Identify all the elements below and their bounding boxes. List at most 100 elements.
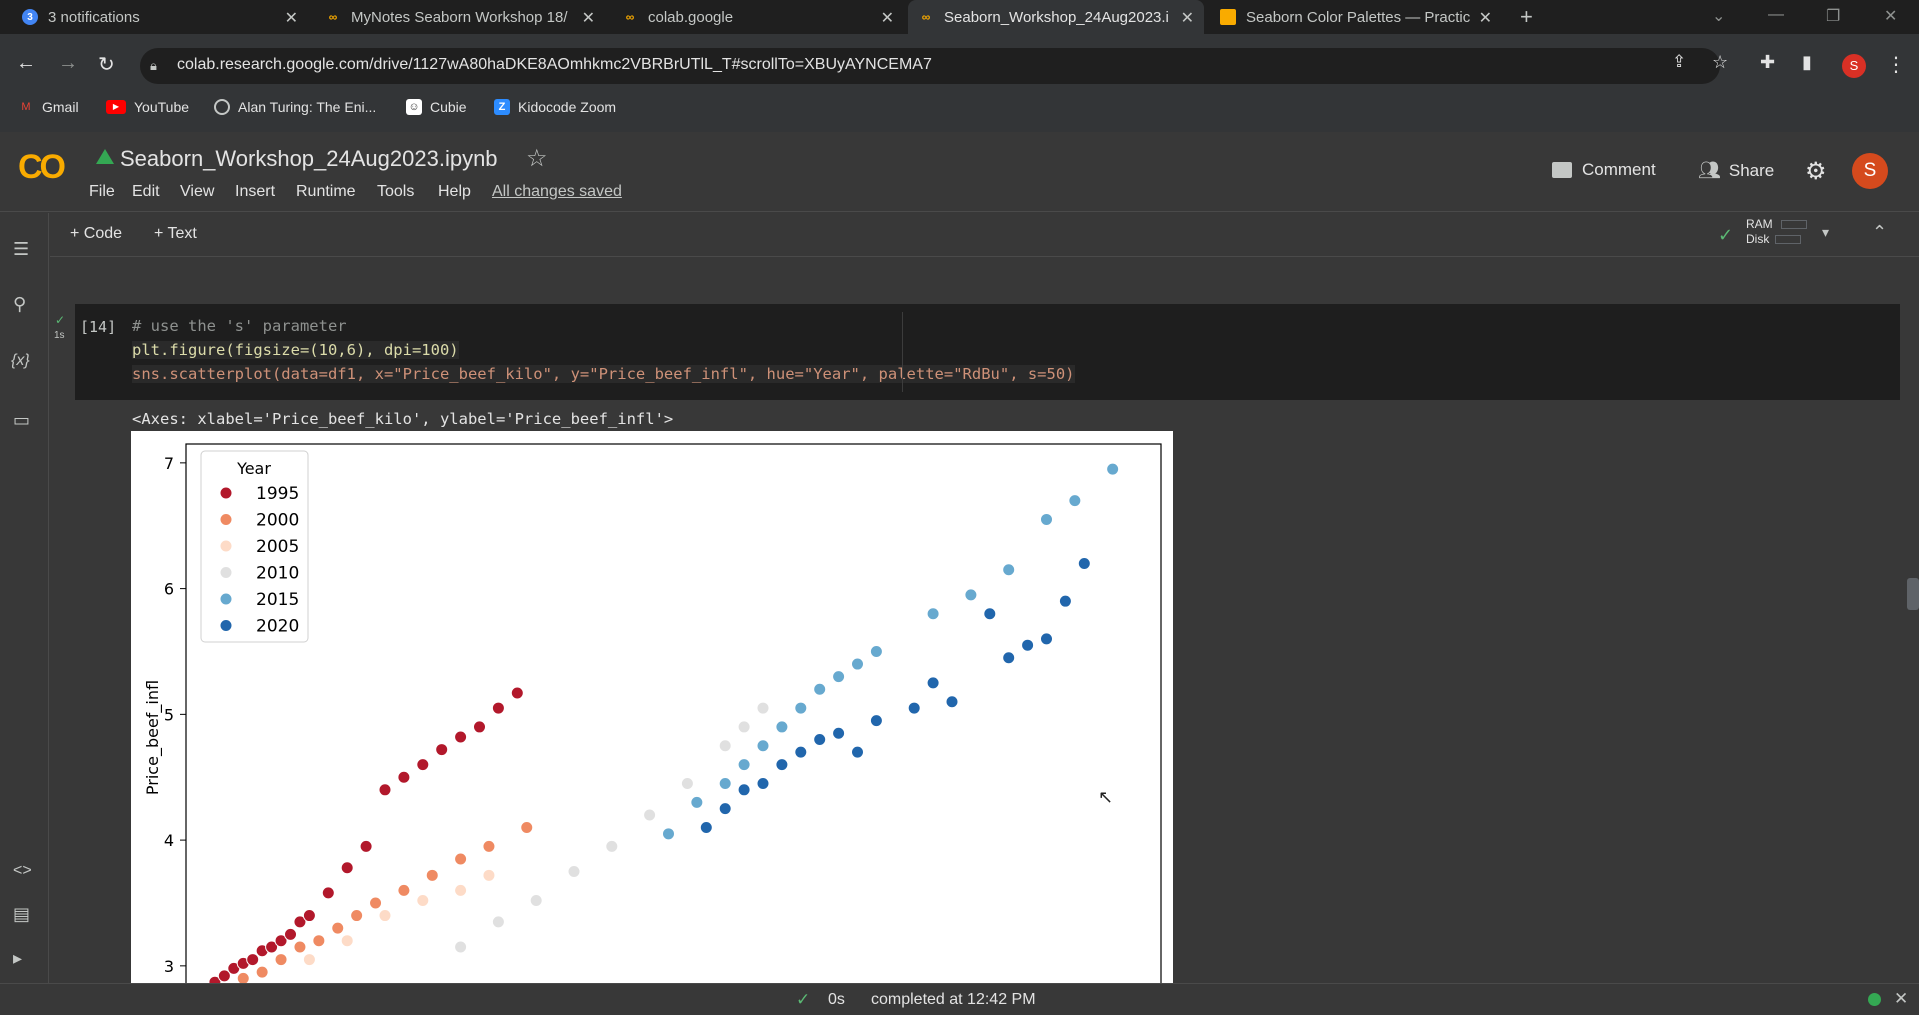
add-code-button[interactable]: + Code [70,225,122,243]
url-text[interactable]: colab.research.google.com/drive/1127wA80… [177,56,932,74]
command-palette-icon[interactable]: ▤ [13,904,30,925]
notebook-title[interactable]: Seaborn_Workshop_24Aug2023.ipynb [120,146,498,172]
scrollbar[interactable] [1907,578,1919,610]
tab-color-palettes[interactable]: Seaborn Color Palettes — Practic ✕ [1210,0,1502,34]
menu-edit[interactable]: Edit [132,183,160,201]
close-icon[interactable]: ✕ [582,8,595,28]
terminal-icon[interactable]: ▸ [13,948,22,969]
collapse-icon[interactable]: ⌃ [1872,222,1887,243]
disk-label: Disk [1746,232,1770,246]
minimize-icon[interactable]: — [1768,6,1784,24]
sidepanel-icon[interactable]: ▮ [1802,52,1812,73]
extensions-icon[interactable]: ✚ [1760,52,1775,73]
comment-button[interactable]: Comment [1552,160,1656,180]
forward-icon[interactable]: → [58,52,78,75]
variables-icon[interactable]: {x} [11,352,30,370]
data-point [482,839,496,853]
search-icon[interactable]: ⚲ [13,294,26,315]
share-page-icon[interactable]: ⇪ [1672,52,1686,72]
mouse-cursor: ↖ [1098,787,1114,807]
menu-tools[interactable]: Tools [377,183,414,201]
code-line-3[interactable]: sns.scatterplot(data=df1, x="Price_beef_… [132,365,1075,383]
y-tick-label: 6 [164,580,174,599]
bookmark-gmail[interactable]: M Gmail [18,99,78,115]
data-point [756,701,770,715]
data-point [756,739,770,753]
resource-monitor[interactable]: RAM Disk [1746,217,1807,247]
data-point [482,868,496,882]
zoom-icon: Z [494,99,510,115]
menu-insert[interactable]: Insert [235,183,275,201]
close-icon[interactable]: ✕ [1181,8,1194,28]
data-point [454,852,468,866]
bookmark-youtube[interactable]: ▶ YouTube [106,99,189,115]
bookmark-label: Kidocode Zoom [518,99,617,115]
data-point [454,730,468,744]
data-point [1002,651,1016,665]
data-point [1002,563,1016,577]
folder-icon[interactable]: ▭ [13,410,30,431]
more-icon[interactable]: ⋮ [1886,52,1906,77]
close-icon[interactable]: ✕ [1479,8,1492,28]
code-line-1[interactable]: # use the 's' parameter [132,317,347,335]
disk-bar [1775,235,1802,245]
data-point [945,695,959,709]
data-point [454,883,468,897]
close-window-icon[interactable]: ✕ [1884,6,1897,26]
bookmark-kidocode[interactable]: Z Kidocode Zoom [494,99,616,115]
tab-title: Seaborn_Workshop_24Aug2023.i [944,8,1169,26]
star-icon[interactable]: ☆ [526,144,548,173]
tab-notifications[interactable]: 3 3 notifications ✕ [12,0,308,34]
share-button[interactable]: 👥︎ Share [1698,160,1774,181]
chevron-down-icon[interactable]: ▾ [1822,224,1829,241]
menu-help[interactable]: Help [438,183,471,201]
data-point [851,745,864,759]
close-icon[interactable]: ✕ [285,8,298,28]
y-tick-label: 7 [164,454,174,473]
data-point [567,865,581,879]
data-point [340,934,354,948]
bookmark-alan-turing[interactable]: Alan Turing: The Eni... [214,99,376,115]
maximize-icon[interactable]: ❐ [1826,6,1840,26]
chevron-down-icon[interactable]: ⌄ [1712,6,1725,26]
code-snippets-icon[interactable]: <> [13,862,32,880]
add-text-button[interactable]: + Text [154,225,197,243]
colab-logo[interactable]: CO [18,148,66,187]
data-point [718,777,732,791]
bookmark-cubie[interactable]: ☺ Cubie [406,99,467,115]
legend-label: 2000 [256,511,299,531]
status-message: completed at 12:42 PM [871,991,1036,1008]
tab-colab-google[interactable]: ∞ colab.google ✕ [612,0,904,34]
toc-icon[interactable]: ☰ [13,239,29,260]
menu-runtime[interactable]: Runtime [296,183,356,201]
data-point [832,726,846,740]
data-point [699,821,713,835]
legend-label: 1995 [256,484,299,504]
gear-icon[interactable]: ⚙ [1805,157,1827,186]
legend-label: 2015 [256,590,299,610]
data-point [1058,594,1072,608]
connection-status-icon [1868,993,1881,1006]
save-status[interactable]: All changes saved [492,183,622,201]
tab-title: colab.google [648,8,734,26]
close-icon[interactable]: ✕ [1894,989,1908,1009]
back-icon[interactable]: ← [16,52,36,75]
comment-label: Comment [1582,160,1656,179]
reload-icon[interactable]: ↻ [98,52,115,77]
new-tab-button[interactable]: + [1510,0,1544,34]
tab-title: 3 notifications [48,8,140,26]
data-point [926,607,940,621]
profile-avatar[interactable]: S [1842,54,1866,78]
colab-icon: ∞ [921,10,931,24]
avatar[interactable]: S [1852,153,1888,189]
code-line-2[interactable]: plt.figure(figsize=(10,6), dpi=100) [132,341,459,359]
tab-seaborn-workshop[interactable]: ∞ Seaborn_Workshop_24Aug2023.i ✕ [908,0,1204,34]
menu-view[interactable]: View [180,183,214,201]
gmail-icon: M [21,101,31,113]
close-icon[interactable]: ✕ [881,8,894,28]
y-axis-label: Price_beef_infl [143,680,163,795]
menu-file[interactable]: File [89,183,115,201]
tab-mynotes[interactable]: ∞ MyNotes Seaborn Workshop 18/ ✕ [315,0,605,34]
star-icon[interactable]: ☆ [1712,52,1728,73]
legend-marker [219,513,233,526]
